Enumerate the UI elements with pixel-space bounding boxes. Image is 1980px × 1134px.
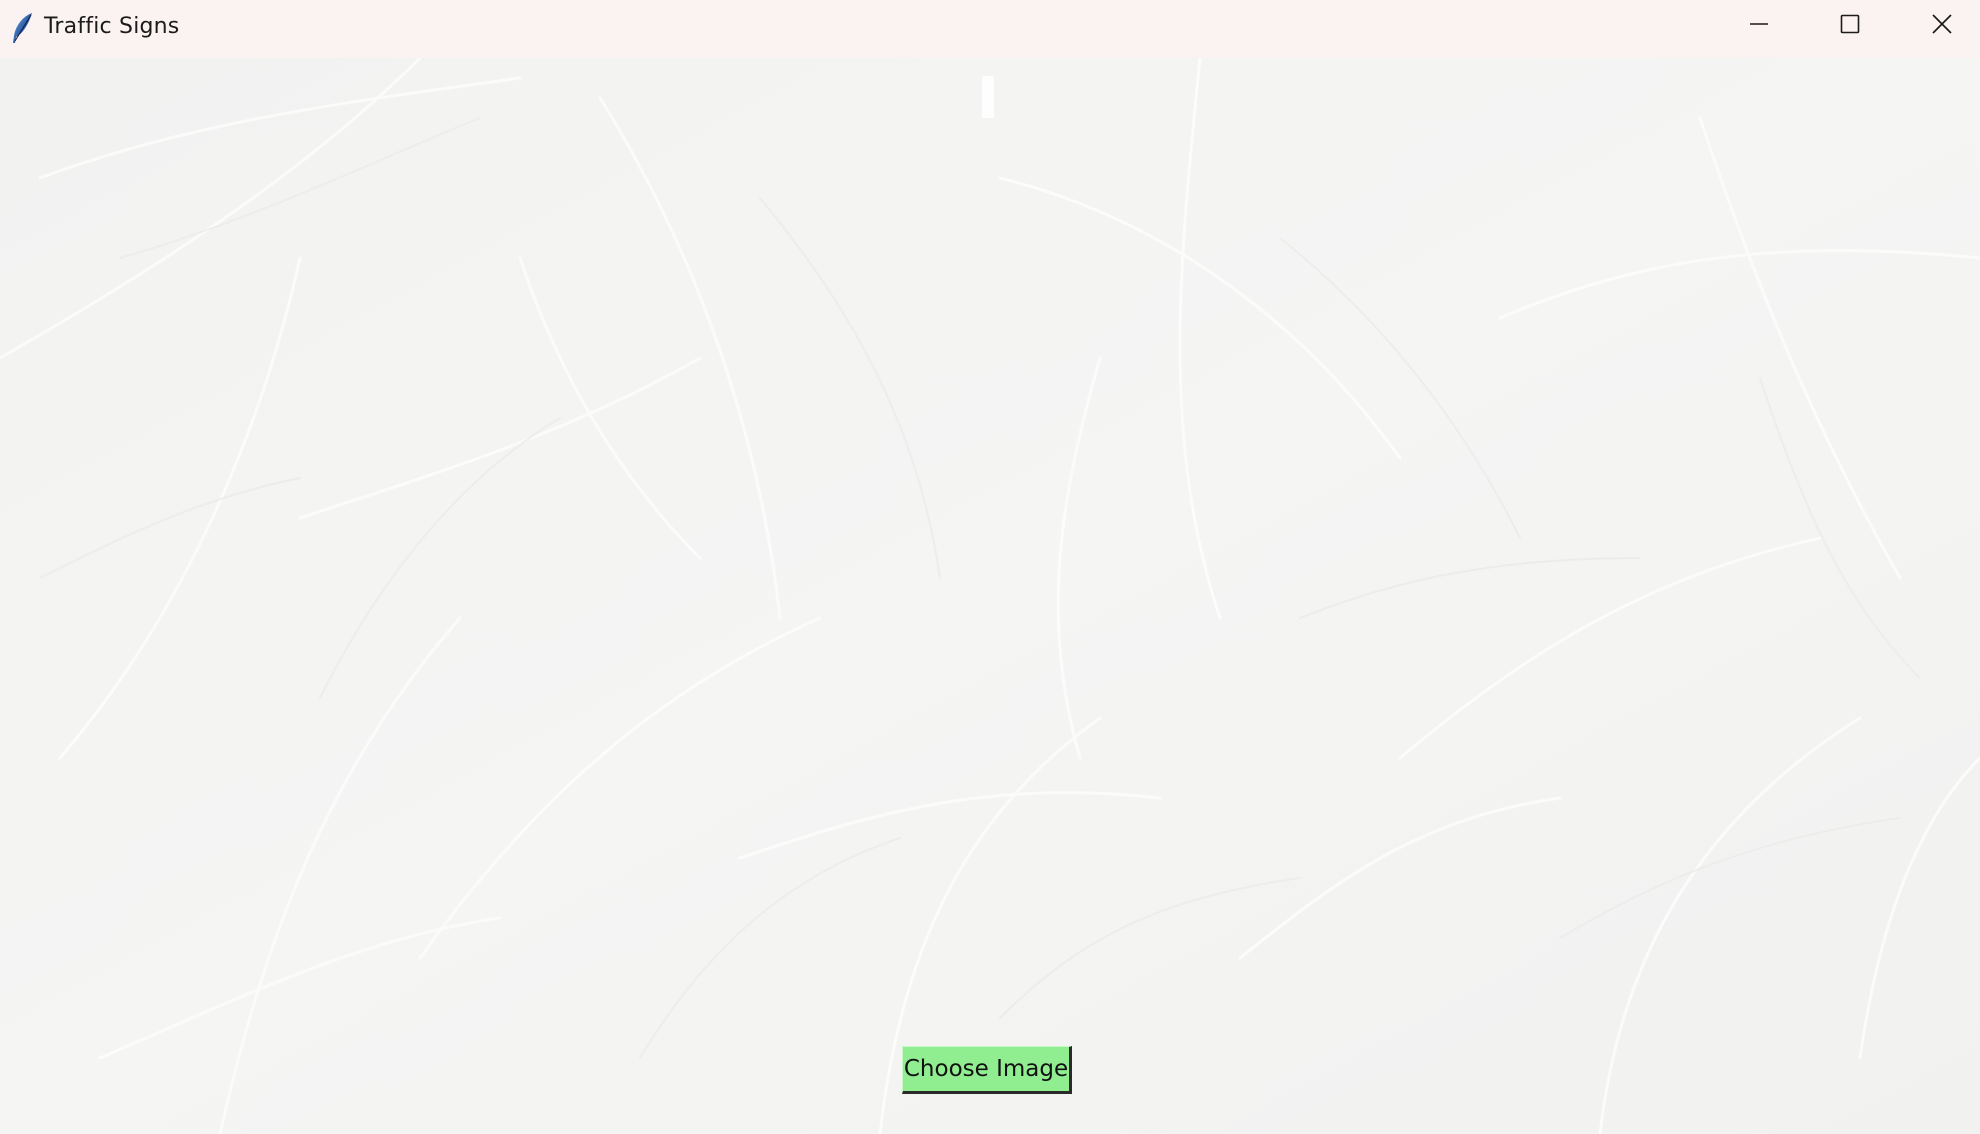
cursor-mark <box>982 76 994 118</box>
maximize-button[interactable] <box>1804 0 1896 52</box>
title-bar[interactable]: Traffic Signs <box>0 0 1980 58</box>
background-canvas: Choose Image <box>0 58 1980 1134</box>
close-button[interactable] <box>1896 0 1980 52</box>
feather-icon <box>10 12 36 44</box>
window-title: Traffic Signs <box>44 14 180 39</box>
maximize-icon <box>1840 14 1860 38</box>
minimize-button[interactable] <box>1713 0 1805 52</box>
minimize-icon <box>1749 14 1769 38</box>
paper-texture <box>0 58 1980 1134</box>
app-window: Traffic Signs Choose Image <box>0 0 1980 1134</box>
choose-image-button[interactable]: Choose Image <box>902 1046 1072 1094</box>
close-icon <box>1931 13 1953 39</box>
